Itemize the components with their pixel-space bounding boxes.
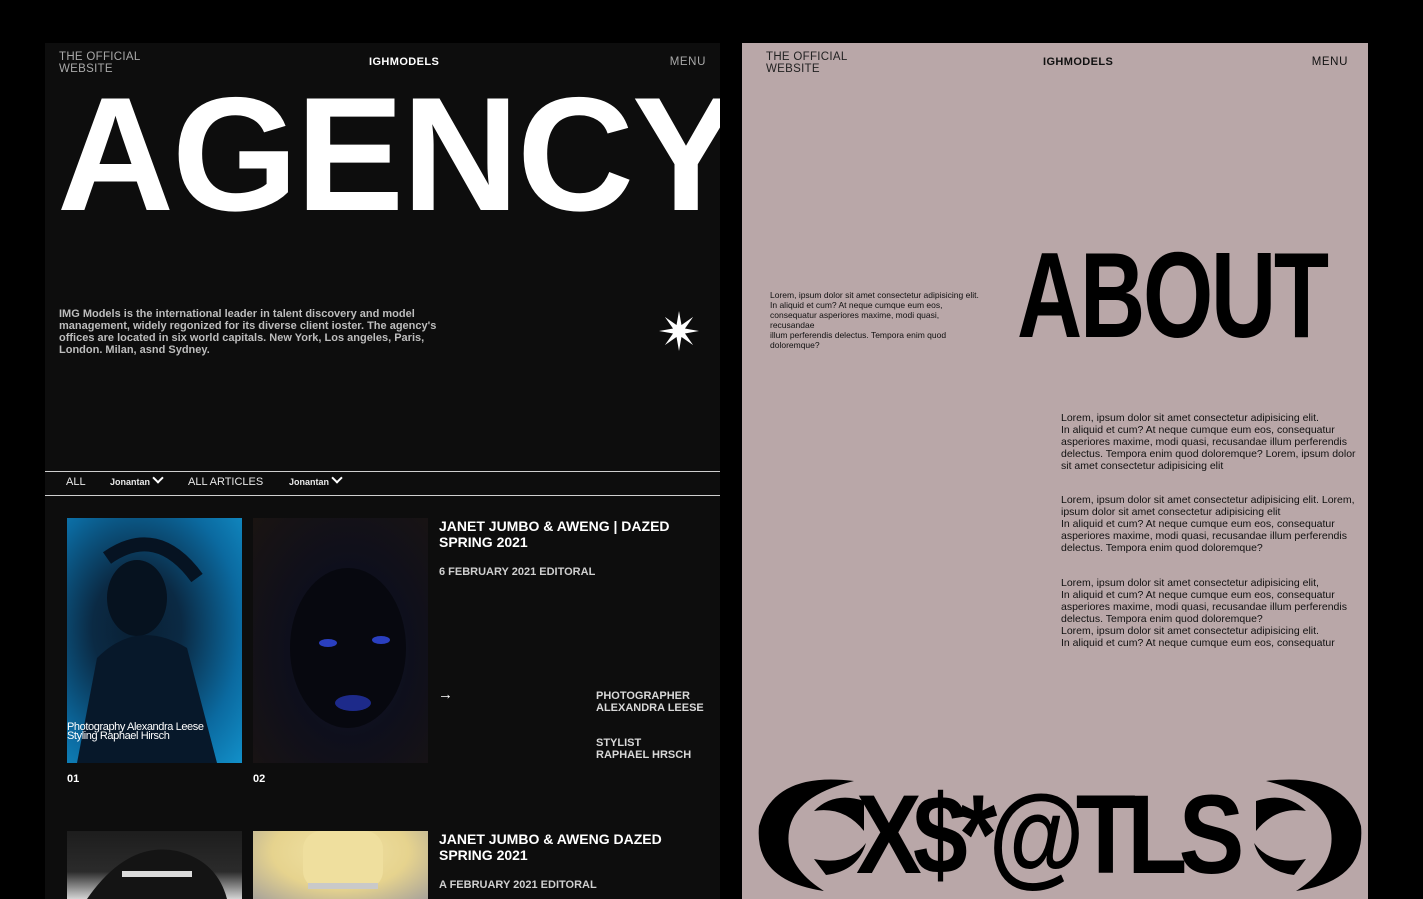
filter-dropdown-1[interactable]: Jonantan — [110, 472, 164, 487]
hero-title: AGENCY — [57, 64, 720, 245]
crescent-icon — [1254, 779, 1362, 891]
photographer-name: ALEXANDRA LEESE — [596, 702, 704, 714]
crescent-icon — [758, 779, 866, 891]
stylist-name: RAPHAEL HRSCH — [596, 749, 692, 761]
article-title[interactable]: JANET JUMBO & AWENG | DAZED SPRING 2021 — [439, 518, 679, 550]
site-tagline: THE OFFICIAL WEBSITE — [766, 51, 848, 75]
hero-title: ABOUT — [1017, 227, 1329, 363]
article-photo-1[interactable]: Photography Alexandra Leese Styling Raph… — [67, 518, 242, 763]
intro-text: IMG Models is the international leader i… — [59, 308, 437, 356]
logo-text: X$*@TLS — [856, 773, 1241, 897]
chevron-down-icon — [152, 472, 164, 484]
chevron-down-icon — [331, 472, 343, 484]
article-photo-2[interactable] — [253, 518, 428, 763]
filter-all-articles[interactable]: ALL ARTICLES — [188, 476, 263, 488]
photo-number-2: 02 — [253, 773, 266, 785]
article-date: A FEBRUARY 2021 EDITORAL — [439, 879, 597, 891]
filter-all[interactable]: ALL — [66, 476, 86, 488]
about-page-panel: THE OFFICIAL WEBSITE IGHMODELS MENU Lore… — [742, 43, 1368, 899]
article-date: 6 FEBRUARY 2021 EDITORAL — [439, 566, 596, 578]
portrait-silhouette — [303, 831, 383, 889]
star-icon — [659, 311, 699, 351]
portrait-silhouette — [290, 568, 406, 728]
photographer-label: PHOTOGRAPHER — [596, 690, 690, 702]
about-paragraph-1: Lorem, ipsum dolor sit amet consectetur … — [1061, 412, 1356, 472]
menu-button[interactable]: MENU — [1312, 56, 1348, 68]
about-side-text: Lorem, ipsum dolor sit amet consectetur … — [770, 290, 979, 350]
brand-logo-link[interactable]: IGHMODELS — [1043, 56, 1113, 68]
article-photo-4[interactable] — [253, 831, 428, 899]
filter-bar: ALL Jonantan ALL ARTICLES Jonantan — [45, 471, 720, 496]
agency-page-panel: THE OFFICIAL WEBSITE IGHMODELS MENU AGEN… — [45, 43, 720, 899]
arrow-right-icon[interactable]: → — [438, 686, 453, 703]
about-paragraph-2: Lorem, ipsum dolor sit amet consectetur … — [1061, 494, 1355, 554]
stylist-label: STYLIST — [596, 737, 642, 749]
photo-number-1: 01 — [67, 773, 80, 785]
filter-dropdown-1-label: Jonantan — [110, 477, 151, 487]
filter-dropdown-2[interactable]: Jonantan — [289, 472, 343, 487]
article-title[interactable]: JANET JUMBO & AWENG DAZED SPRING 2021 — [439, 831, 679, 863]
footer-logo: X$*@TLS — [758, 773, 1362, 897]
photo-caption-line2: Styling Raphael Hirsch — [67, 730, 170, 742]
portrait-silhouette — [87, 849, 227, 899]
about-paragraph-3: Lorem, ipsum dolor sit amet consectetur … — [1061, 577, 1347, 649]
filter-dropdown-2-label: Jonantan — [289, 477, 330, 487]
article-photo-3[interactable] — [67, 831, 242, 899]
